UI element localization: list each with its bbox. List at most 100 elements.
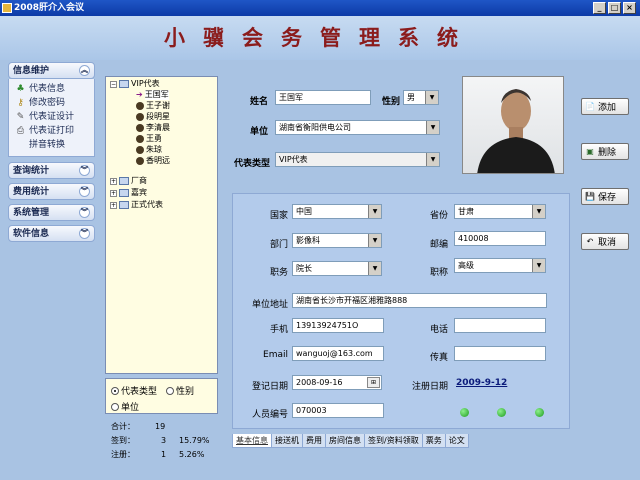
close-button[interactable]: × [623,2,636,14]
dropdown-arrow-icon[interactable]: ▼ [532,205,545,218]
type-select[interactable]: VIP代表 ▼ [275,152,440,167]
expand-icon[interactable]: + [110,177,117,185]
tab-room[interactable]: 房间信息 [325,434,365,448]
tab-pickup[interactable]: 接送机 [271,434,303,448]
radio-icon [111,402,119,411]
enrolldate-label: 注册日期 [411,382,448,392]
title-select[interactable]: 高级 ▼ [454,258,546,273]
detail-tabs: 基本信息 接送机 费用 房间信息 签到/资料领取 票务 论文 [232,434,469,448]
sidebar-item-change-password[interactable]: ⚷ 修改密码 [15,96,94,110]
tree-group-filter: 代表类型 性别 单位 [105,378,218,414]
chevron-down-icon[interactable]: ︾ [79,207,90,218]
mobile-input[interactable]: 13913924751O [292,318,384,333]
dropdown-arrow-icon[interactable]: ▼ [532,259,545,272]
sidebar-item-delegate-info[interactable]: ♣ 代表信息 [15,82,94,96]
sidebar-group-about[interactable]: 软件信息 ︾ [8,225,95,242]
regdate-label: 登记日期 [251,382,288,392]
address-input[interactable]: 湖南省长沙市开福区湘雅路888 [292,293,547,308]
tab-basic-info[interactable]: 基本信息 [232,434,272,448]
save-button[interactable]: 💾 保存 [581,188,629,205]
window-title: 2008肝介入会议 [14,3,85,13]
tab-fees[interactable]: 费用 [302,434,326,448]
expand-icon[interactable]: + [110,189,117,197]
sidebar-item-label: 修改密码 [29,98,66,108]
chevron-down-icon[interactable]: ︾ [79,165,90,176]
name-input[interactable]: 王国军 [275,90,371,105]
chevron-up-icon[interactable]: ︽ [79,65,90,76]
sidebar-group-label: 费用统计 [13,187,50,197]
tree-node-delegate[interactable]: 王勇 [136,134,162,144]
folder-icon [119,80,129,88]
fax-input[interactable] [454,346,546,361]
tree-node-delegate[interactable]: ➔ 王国军 [136,90,169,100]
sidebar-item-badge-print[interactable]: ⎙ 代表证打印 [15,124,94,138]
regdate-input[interactable]: 2008-09-16 ⊞ [292,375,382,390]
postcode-input[interactable]: 410008 [454,231,546,246]
dropdown-arrow-icon[interactable]: ▼ [368,205,381,218]
sidebar: 信息维护 ︽ ♣ 代表信息 ⚷ 修改密码 ✎ 代表证设计 ⎙ 代表证打印 拼音转… [8,62,95,476]
sidebar-item-label: 代表证设计 [29,112,75,122]
calendar-icon[interactable]: ⊞ [367,377,380,388]
tree-node-delegate[interactable]: 李清晨 [136,123,170,133]
sidebar-item-badge-design[interactable]: ✎ 代表证设计 [15,110,94,124]
province-select[interactable]: 甘肃 ▼ [454,204,546,219]
sidebar-group-label: 系统管理 [13,208,50,218]
radio-by-gender[interactable]: 性别 [166,384,194,397]
unit-value: 湖南省衡阳供电公司 [279,123,351,132]
folder-icon [119,201,129,209]
tab-checkin[interactable]: 签到/资料领取 [364,434,423,448]
status-led-icon [497,408,506,417]
tree-node-vip[interactable]: − VIP代表 [110,79,160,89]
add-button-label: 添加 [598,103,617,113]
tab-tickets[interactable]: 票务 [421,434,446,448]
tree-node-vendor[interactable]: + 厂商 [110,176,147,186]
dropdown-arrow-icon[interactable]: ▼ [426,121,439,134]
cancel-button[interactable]: ↶ 取消 [581,233,629,250]
tree-node-delegate[interactable]: 段明星 [136,112,170,122]
sidebar-group-fees[interactable]: 费用统计 ︾ [8,183,95,200]
chevron-down-icon[interactable]: ︾ [79,186,90,197]
dropdown-arrow-icon[interactable]: ▼ [426,153,439,166]
sidebar-group-system[interactable]: 系统管理 ︾ [8,204,95,221]
email-input[interactable]: wanguoj@163.com [292,346,384,361]
phone-label: 电话 [429,325,448,335]
sidebar-group-query[interactable]: 查询统计 ︾ [8,162,95,179]
chevron-down-icon[interactable]: ︾ [79,228,90,239]
delegate-tree[interactable]: − VIP代表 ➔ 王国军 王子谢 段明星 李清晨 王勇 朱琼 香明远 + 厂商… [105,76,218,374]
dropdown-arrow-icon[interactable]: ▼ [368,262,381,275]
radio-by-type[interactable]: 代表类型 [111,384,157,397]
tree-node-delegate[interactable]: 香明远 [136,156,170,166]
dropdown-arrow-icon[interactable]: ▼ [368,234,381,247]
tree-node-label: 香明远 [146,156,170,165]
maximize-button[interactable]: □ [608,2,621,14]
province-value: 甘肃 [458,207,474,216]
unit-select[interactable]: 湖南省衡阳供电公司 ▼ [275,120,440,135]
email-label: Email [263,350,288,360]
dept-select[interactable]: 影像科 ▼ [292,233,382,248]
phone-input[interactable] [454,318,546,333]
person-icon [136,135,144,143]
save-icon: 💾 [585,191,595,201]
app-icon [2,3,12,13]
sidebar-item-pinyin[interactable]: 拼音转换 [15,138,94,152]
minimize-button[interactable]: _ [593,2,606,14]
tree-node-delegate[interactable]: 朱琼 [136,145,162,155]
tree-node-official[interactable]: + 正式代表 [110,200,163,210]
gender-value: 男 [407,93,415,102]
dropdown-arrow-icon[interactable]: ▼ [425,91,438,104]
duty-select[interactable]: 院长 ▼ [292,261,382,276]
add-button[interactable]: 📄 添加 [581,98,629,115]
tree-node-delegate[interactable]: 王子谢 [136,101,170,111]
country-select[interactable]: 中国 ▼ [292,204,382,219]
delete-button[interactable]: ▣ 删除 [581,143,629,160]
window-titlebar[interactable]: 2008肝介入会议 _ □ × [0,0,640,16]
collapse-icon[interactable]: − [110,80,117,88]
radio-by-unit[interactable]: 单位 [111,400,139,413]
tab-papers[interactable]: 论文 [444,434,469,448]
sidebar-group-info[interactable]: 信息维护 ︽ [8,62,95,79]
expand-icon[interactable]: + [110,201,117,209]
staffno-input[interactable]: 070003 [292,403,384,418]
tree-node-guest[interactable]: + 嘉宾 [110,188,147,198]
gender-select[interactable]: 男 ▼ [403,90,439,105]
name-label: 姓名 [249,97,268,107]
